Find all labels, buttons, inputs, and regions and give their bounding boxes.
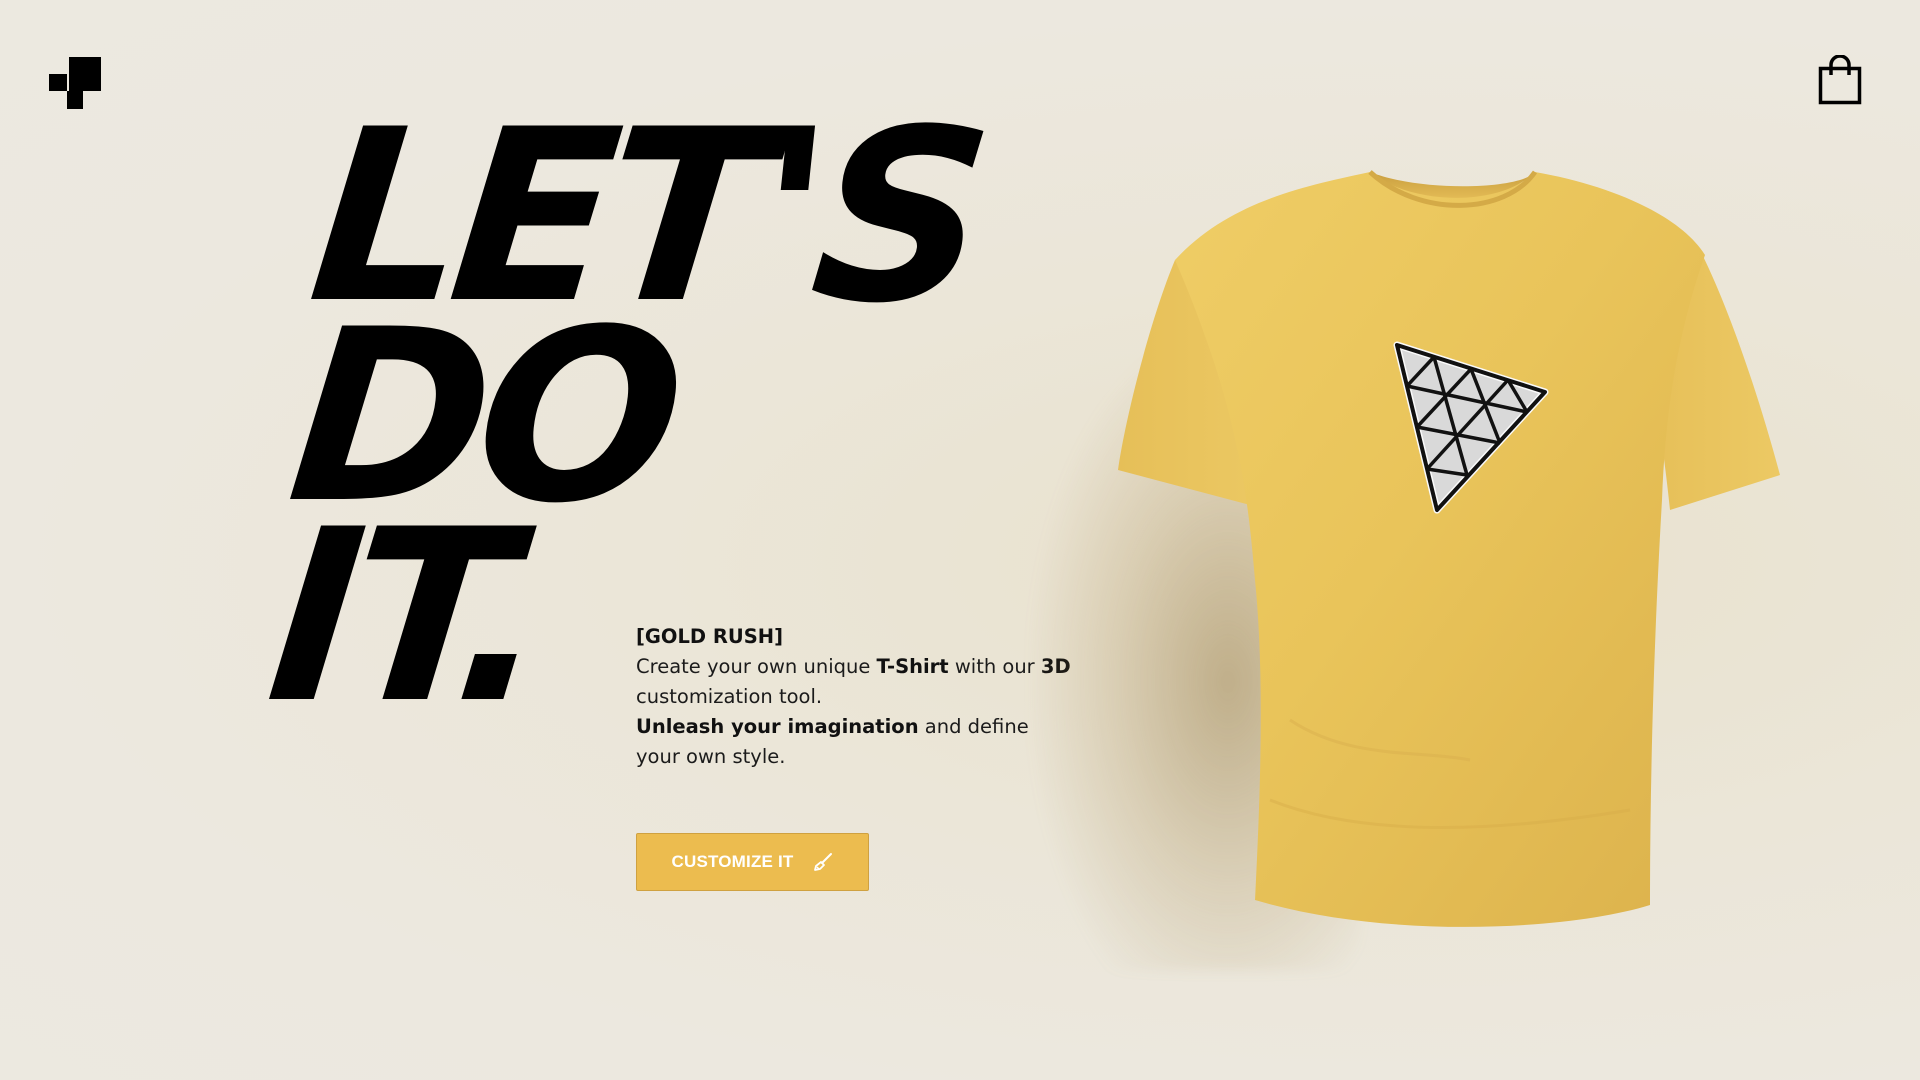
customize-button[interactable]: CUSTOMIZE IT bbox=[636, 833, 869, 891]
desc-text-1: Create your own unique bbox=[636, 655, 877, 678]
desc-bold-imagination: Unleash your imagination bbox=[636, 715, 919, 738]
desc-text-2: with our bbox=[948, 655, 1041, 678]
description-paragraph-1: Create your own unique T-Shirt with our … bbox=[636, 652, 1076, 712]
customize-button-label: CUSTOMIZE IT bbox=[671, 852, 794, 871]
collection-tagline: [GOLD RUSH] bbox=[636, 625, 784, 648]
brush-icon bbox=[812, 851, 834, 873]
desc-text-3: customization tool. bbox=[636, 685, 823, 708]
description-paragraph-2: Unleash your imagination and define your… bbox=[636, 712, 1076, 772]
tshirt-image[interactable] bbox=[1090, 160, 1810, 960]
hero-description: [GOLD RUSH] Create your own unique T-Shi… bbox=[636, 622, 1076, 772]
logo-icon[interactable] bbox=[49, 57, 101, 109]
desc-bold-tshirt: T-Shirt bbox=[876, 655, 949, 678]
shopping-bag-icon[interactable] bbox=[1818, 54, 1862, 105]
